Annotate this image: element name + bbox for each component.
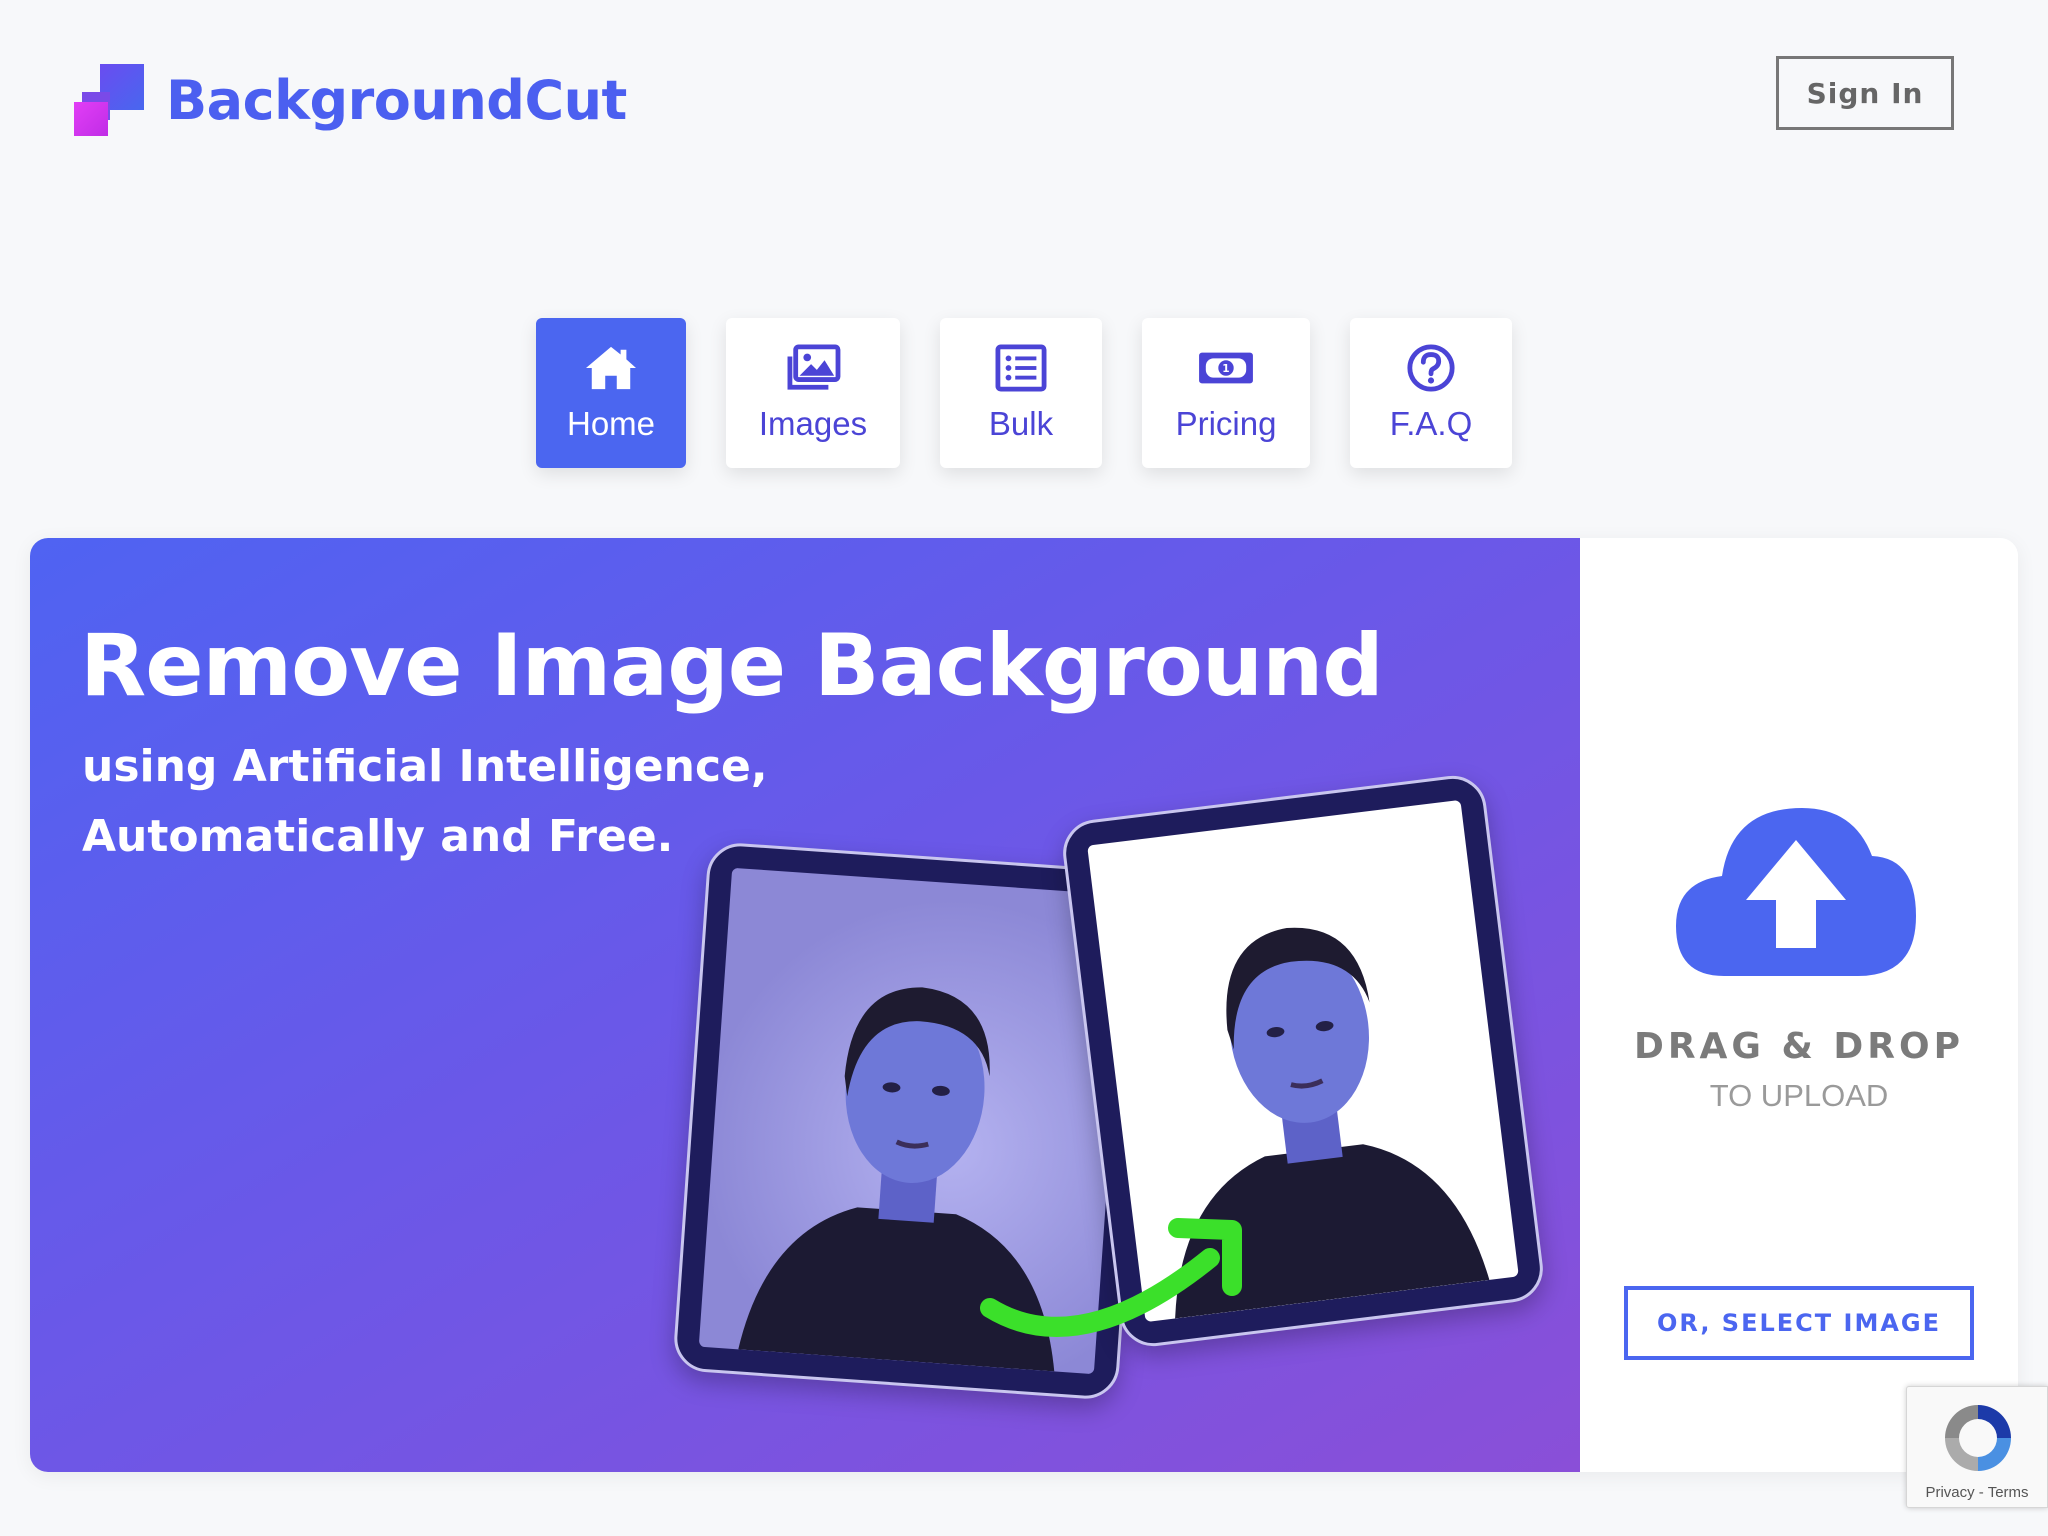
list-icon <box>995 344 1047 392</box>
brand-name: BackgroundCut <box>166 68 627 132</box>
hero-subtitle: using Artificial Intelligence, Automatic… <box>82 732 768 872</box>
hero-subtitle-line-2: Automatically and Free. <box>82 811 674 862</box>
recaptcha-badge[interactable]: Privacy - Terms <box>1906 1386 2048 1508</box>
hero-subtitle-line-1: using Artificial Intelligence, <box>82 741 768 792</box>
hero-section: Remove Image Background using Artificial… <box>30 538 2018 1472</box>
main-nav: Home Images Bulk 1 Pricing F.A.Q <box>536 318 1512 468</box>
sign-in-button[interactable]: Sign In <box>1776 56 1954 130</box>
nav-label-pricing: Pricing <box>1175 405 1277 442</box>
upload-dropzone[interactable]: DRAG & DROP TO UPLOAD OR, SELECT IMAGE <box>1580 538 2018 1472</box>
recaptcha-terms-link[interactable]: Terms <box>1988 1484 2029 1501</box>
hero-title: Remove Image Background <box>80 616 1384 716</box>
recaptcha-separator: - <box>1974 1484 1988 1501</box>
drag-drop-title: DRAG & DROP <box>1633 1026 1965 1067</box>
nav-item-faq[interactable]: F.A.Q <box>1350 318 1512 468</box>
question-circle-icon <box>1407 344 1455 392</box>
drag-drop-subtitle: TO UPLOAD <box>1709 1078 1889 1113</box>
nav-item-home[interactable]: Home <box>536 318 686 468</box>
recaptcha-links: Privacy - Terms <box>1907 1484 2047 1501</box>
money-bill-icon: 1 <box>1199 352 1253 384</box>
logo-mark-icon <box>74 64 144 136</box>
nav-item-images[interactable]: Images <box>726 318 900 468</box>
transform-arrow-icon <box>980 1218 1242 1337</box>
nav-label-faq: F.A.Q <box>1389 405 1473 442</box>
nav-label-home: Home <box>566 405 656 442</box>
nav-label-bulk: Bulk <box>988 405 1054 442</box>
select-image-button[interactable]: OR, SELECT IMAGE <box>1624 1286 1974 1360</box>
cloud-upload-icon <box>1676 808 1916 976</box>
nav-item-bulk[interactable]: Bulk <box>940 318 1102 468</box>
svg-text:1: 1 <box>1222 363 1229 375</box>
brand-logo[interactable]: BackgroundCut <box>74 64 627 136</box>
hero-banner: Remove Image Background using Artificial… <box>30 538 1580 1472</box>
recaptcha-logo-icon <box>1945 1405 2011 1471</box>
nav-item-pricing[interactable]: 1 Pricing <box>1142 318 1310 468</box>
images-icon <box>787 344 841 390</box>
nav-label-images: Images <box>758 405 868 442</box>
home-icon <box>586 346 636 390</box>
recaptcha-privacy-link[interactable]: Privacy <box>1925 1484 1974 1501</box>
